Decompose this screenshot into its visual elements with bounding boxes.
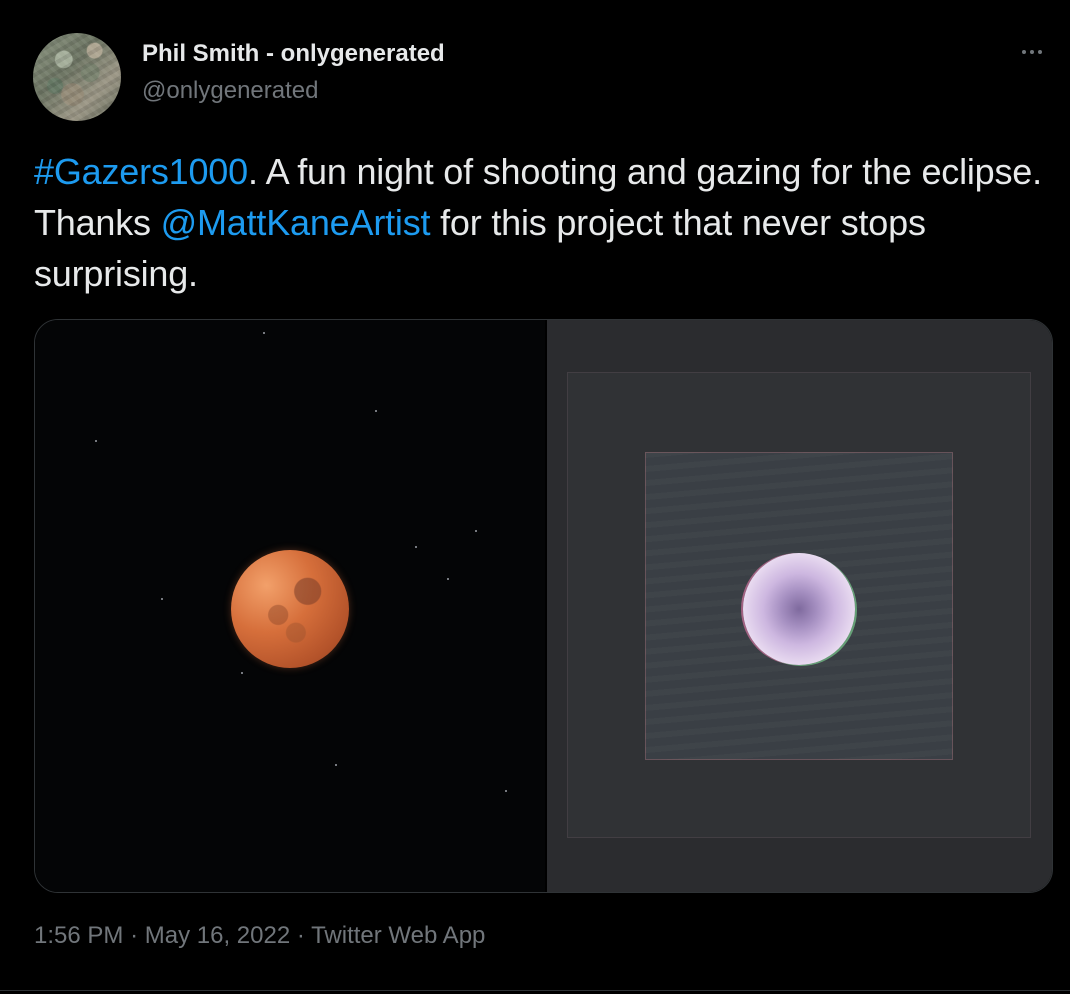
more-horizontal-icon-dot	[1038, 50, 1042, 54]
star	[263, 332, 265, 334]
blood-moon	[231, 550, 349, 668]
author-display-name[interactable]: Phil Smith - onlygenerated	[142, 40, 445, 68]
tweet-time-link[interactable]: 1:56 PM	[34, 922, 123, 949]
star	[335, 764, 337, 766]
avatar[interactable]	[33, 33, 121, 121]
tweet-source-link[interactable]: Twitter Web App	[311, 922, 485, 949]
media-grid	[34, 319, 1053, 893]
divider	[0, 990, 1070, 991]
star	[447, 578, 449, 580]
star	[95, 440, 97, 442]
artwork-moon	[743, 553, 855, 665]
star	[375, 410, 377, 412]
more-horizontal-icon-dot	[1030, 50, 1034, 54]
hashtag-link[interactable]: #Gazers1000	[34, 151, 248, 192]
mention-link[interactable]: @MattKaneArtist	[161, 202, 431, 243]
more-options-button[interactable]	[1010, 34, 1054, 70]
eclipse-photo[interactable]	[35, 320, 547, 892]
star	[475, 530, 477, 532]
more-horizontal-icon	[1022, 50, 1026, 54]
author-handle[interactable]: @onlygenerated	[142, 77, 318, 105]
meta-separator: ·	[130, 922, 139, 949]
tweet-card: Phil Smith - onlygenerated @onlygenerate…	[0, 0, 1070, 994]
tweet-text: #Gazers1000. A fun night of shooting and…	[34, 146, 1044, 299]
tweet-metadata: 1:56 PM · May 16, 2022 · Twitter Web App	[34, 922, 485, 950]
star	[161, 598, 163, 600]
star	[241, 672, 243, 674]
meta-separator: ·	[296, 922, 305, 949]
tweet-date-link[interactable]: May 16, 2022	[145, 922, 290, 949]
generative-artwork-photo[interactable]	[547, 320, 1052, 892]
star	[415, 546, 417, 548]
star	[505, 790, 507, 792]
